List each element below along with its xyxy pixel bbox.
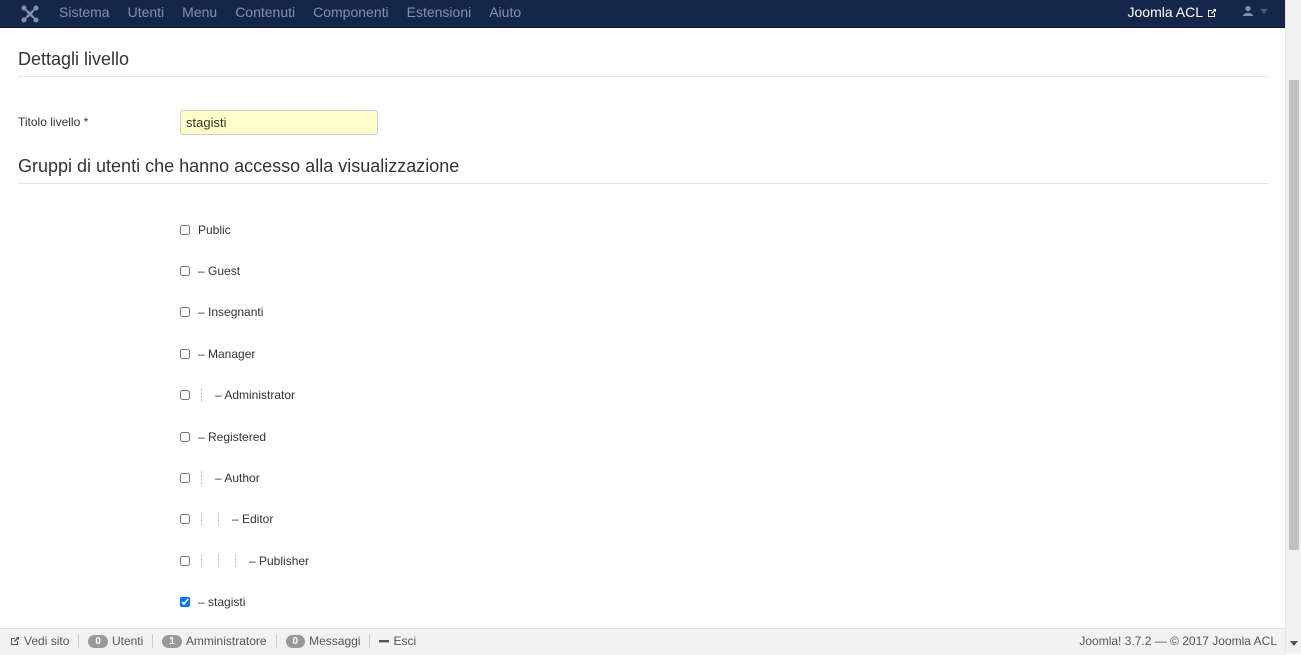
group-checkbox[interactable]	[180, 556, 190, 566]
title-label: Titolo livello *	[18, 115, 89, 129]
group-label[interactable]: – Guest	[198, 264, 240, 278]
user-icon	[1243, 5, 1253, 16]
menu-item-estensioni[interactable]: Estensioni	[407, 0, 472, 27]
minus-icon	[379, 640, 390, 643]
users-count-badge: 0	[88, 634, 108, 648]
group-label[interactable]: – Administrator	[215, 388, 295, 402]
admin-count-badge: 1	[162, 634, 182, 648]
messages-link[interactable]: 0 Messaggi	[277, 634, 371, 648]
group-row: – Manager	[180, 346, 255, 362]
site-link[interactable]: Joomla ACL	[1128, 0, 1217, 25]
title-input[interactable]	[180, 110, 378, 135]
group-row: ┊ – Author	[180, 470, 260, 486]
section-title-details: Dettagli livello	[18, 49, 130, 69]
logout-label: Esci	[393, 634, 417, 648]
indent-marker: ┊	[198, 471, 206, 485]
indent-marker: ┊	[215, 512, 223, 526]
group-label[interactable]: – Author	[215, 471, 260, 485]
divider	[18, 76, 1268, 77]
group-checkbox[interactable]	[180, 473, 190, 483]
group-label[interactable]: – Editor	[232, 512, 273, 526]
group-checkbox[interactable]	[180, 307, 190, 317]
group-label[interactable]: – Insegnanti	[198, 305, 263, 319]
group-label[interactable]: – Manager	[198, 347, 255, 361]
site-title: Joomla ACL	[1127, 4, 1203, 20]
caret-down-icon	[1260, 8, 1268, 14]
external-link-icon	[11, 637, 19, 645]
group-row: ┊ – Administrator	[180, 387, 295, 403]
group-label[interactable]: – Registered	[198, 430, 266, 444]
group-row: – stagisti	[180, 594, 245, 610]
view-site-link[interactable]: Vedi sito	[10, 634, 80, 648]
user-menu[interactable]	[1242, 5, 1268, 17]
indent-marker: ┊	[215, 554, 223, 568]
top-navbar: Sistema Utenti Menu Contenuti Componenti…	[0, 0, 1285, 28]
group-row: – Insegnanti	[180, 304, 263, 320]
group-row: ┊ ┊ ┊ – Publisher	[180, 553, 309, 569]
messages-count-badge: 0	[285, 634, 306, 648]
group-row: – Guest	[180, 263, 240, 279]
admin-label: Amministratore	[185, 634, 267, 648]
scroll-down-arrow-icon[interactable]	[1290, 641, 1298, 646]
joomla-logo-icon[interactable]	[20, 4, 40, 24]
external-link-icon	[1208, 8, 1216, 17]
menu-item-utenti[interactable]: Utenti	[128, 0, 165, 27]
menu-item-componenti[interactable]: Componenti	[313, 0, 389, 27]
view-site-label: Vedi sito	[24, 634, 70, 648]
indent-marker: ┊	[198, 388, 206, 402]
indent-marker: ┊	[198, 554, 206, 568]
main-menu: Sistema Utenti Menu Contenuti Componenti…	[59, 0, 539, 27]
section-title-groups: Gruppi di utenti che hanno accesso alla …	[18, 156, 460, 176]
menu-item-contenuti[interactable]: Contenuti	[235, 0, 295, 27]
indent-marker: ┊	[232, 554, 240, 568]
status-bar: Vedi sito 0 Utenti 1 Amministratore 0 Me…	[0, 628, 1285, 655]
logout-link[interactable]: Esci	[370, 634, 425, 648]
group-row: ┊ ┊ – Editor	[180, 511, 273, 527]
group-label[interactable]: – stagisti	[198, 595, 245, 609]
group-row: Public	[180, 222, 231, 238]
admin-link[interactable]: 1 Amministratore	[153, 634, 277, 648]
menu-item-menu[interactable]: Menu	[182, 0, 217, 27]
group-checkbox[interactable]	[180, 390, 190, 400]
group-checkbox[interactable]	[180, 225, 190, 235]
group-label[interactable]: – Publisher	[249, 554, 309, 568]
group-checkbox[interactable]	[180, 266, 190, 276]
users-link[interactable]: 0 Utenti	[79, 634, 154, 648]
group-checkbox[interactable]	[180, 349, 190, 359]
group-checkbox[interactable]	[180, 597, 190, 607]
divider	[18, 183, 1268, 184]
messages-label: Messaggi	[309, 634, 361, 648]
group-checkbox[interactable]	[180, 514, 190, 524]
indent-marker: ┊	[198, 512, 206, 526]
group-checkbox[interactable]	[180, 432, 190, 442]
group-label[interactable]: Public	[198, 223, 231, 237]
menu-item-sistema[interactable]: Sistema	[59, 0, 110, 27]
scrollbar-thumb[interactable]	[1289, 80, 1299, 550]
scrollbar[interactable]	[1285, 0, 1301, 654]
group-row: – Registered	[180, 429, 266, 445]
version-text: Joomla! 3.7.2 — © 2017 Joomla ACL	[1079, 634, 1277, 648]
users-label: Utenti	[111, 634, 144, 648]
menu-item-aiuto[interactable]: Aiuto	[489, 0, 521, 27]
